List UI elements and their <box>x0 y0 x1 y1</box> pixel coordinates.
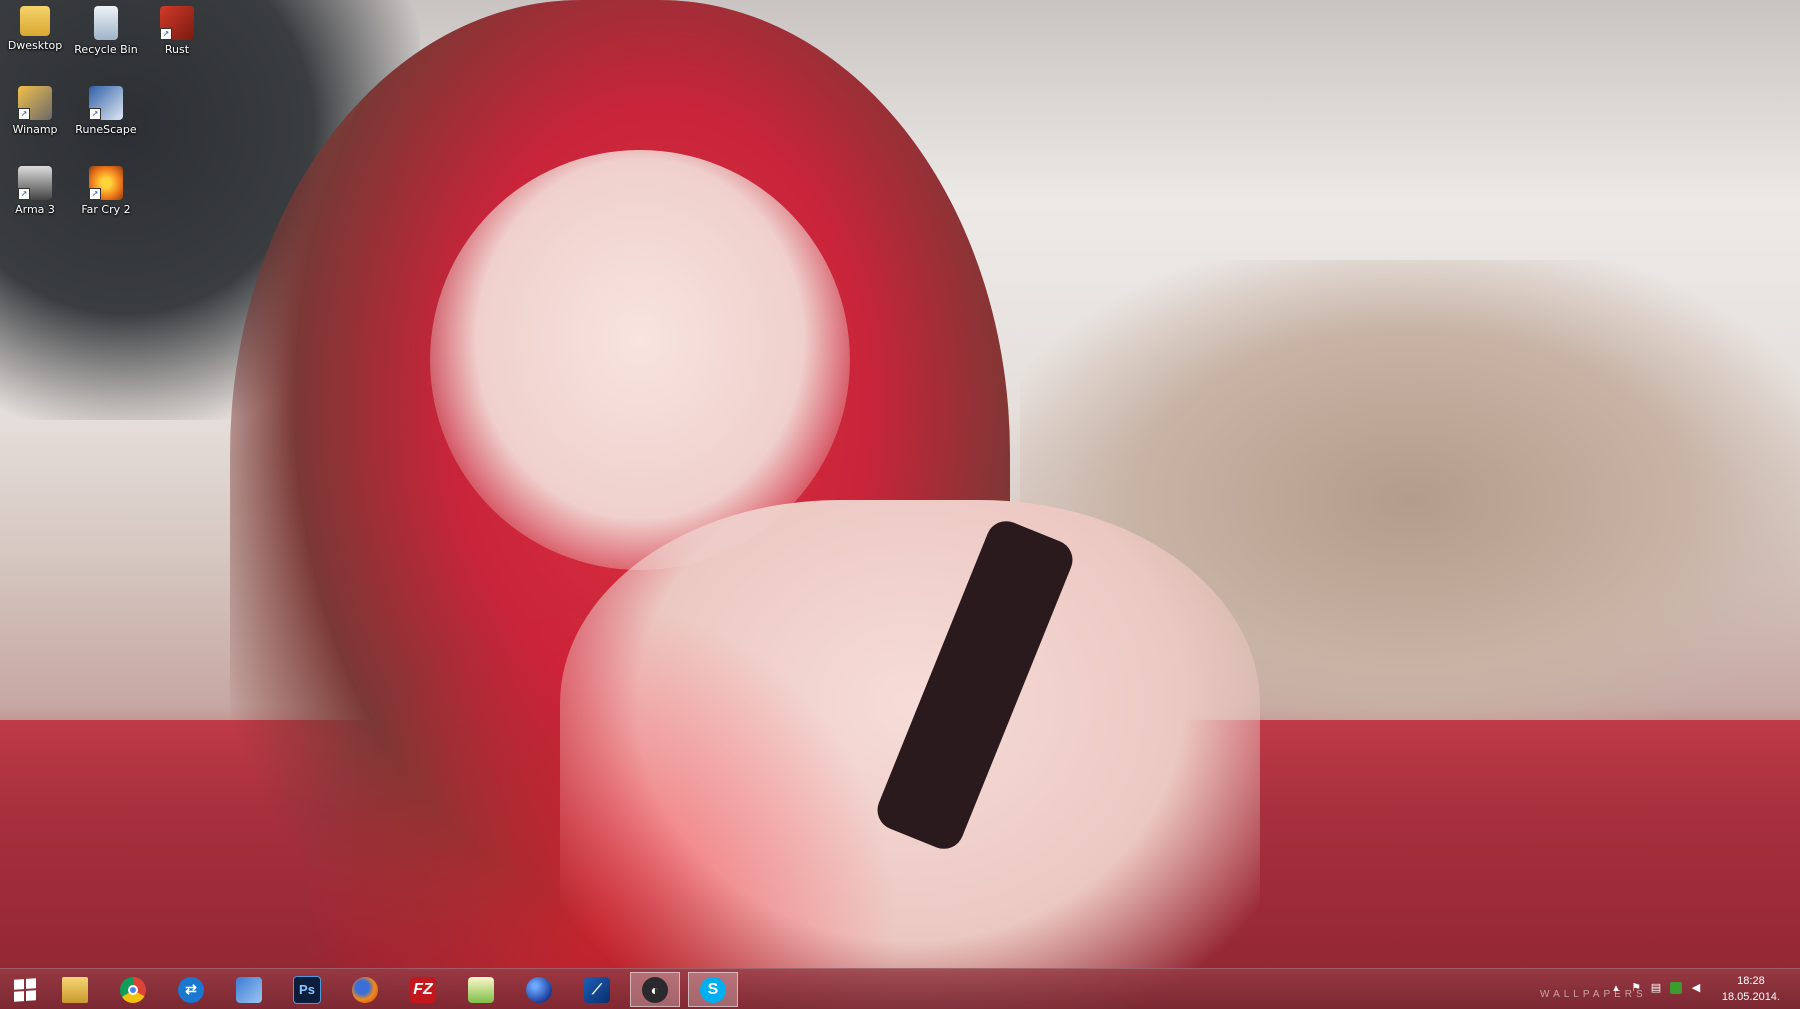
desktop-icon-label: Arma 3 <box>15 203 55 216</box>
desktop[interactable]: Dwesktop Recycle Bin ↗ Rust ↗ Winamp ↗ R… <box>0 0 1800 1009</box>
desktop-icon-rust[interactable]: ↗ Rust <box>144 6 210 56</box>
clock-time: 18:28 <box>1737 975 1765 987</box>
desktop-icon-arma-3[interactable]: ↗ Arma 3 <box>2 166 68 216</box>
taskbar-filezilla[interactable]: FZ <box>398 972 448 1007</box>
taskbar-notepad-plus-plus[interactable] <box>456 972 506 1007</box>
taskbar: ⇄ Ps FZ ⟋ ◐ S WALLPAPERS ▴ ⚑ ▤ ◀ 18:28 1… <box>0 968 1800 1009</box>
teamviewer-icon: ⇄ <box>178 976 204 1003</box>
taskbar-photoshop[interactable]: Ps <box>282 972 332 1007</box>
taskbar-teamviewer[interactable]: ⇄ <box>166 972 216 1007</box>
chrome-icon <box>120 976 146 1003</box>
taskbar-network[interactable] <box>224 972 274 1007</box>
globe-icon <box>526 976 552 1003</box>
taskbar-skype[interactable]: S <box>688 972 738 1007</box>
folder-icon <box>20 6 50 36</box>
taskbar-tool[interactable]: ⟋ <box>572 972 622 1007</box>
recycle-bin-icon <box>94 6 118 40</box>
system-tray: WALLPAPERS ▴ ⚑ ▤ ◀ 18:28 18.05.2014. <box>1500 969 1800 1009</box>
taskbar-chrome[interactable] <box>108 972 158 1007</box>
network-status-icon[interactable]: ▤ <box>1650 982 1662 994</box>
skype-icon: S <box>700 976 726 1003</box>
desktop-icon-label: Recycle Bin <box>74 43 138 56</box>
desktop-icon-dwesktop[interactable]: Dwesktop <box>2 6 68 52</box>
taskbar-globe[interactable] <box>514 972 564 1007</box>
taskbar-steam[interactable]: ◐ <box>630 972 680 1007</box>
shortcut-arrow-icon: ↗ <box>160 28 172 40</box>
taskbar-firefox[interactable] <box>340 972 390 1007</box>
shortcut-arrow-icon: ↗ <box>18 108 30 120</box>
desktop-icon-far-cry-2[interactable]: ↗ Far Cry 2 <box>73 166 139 216</box>
clock-date: 18.05.2014. <box>1721 991 1780 1003</box>
chevron-up-icon[interactable]: ▴ <box>1610 982 1622 994</box>
shortcut-arrow-icon: ↗ <box>18 188 30 200</box>
far-cry-2-icon: ↗ <box>89 166 123 200</box>
notepad-plus-plus-icon <box>468 976 494 1003</box>
runescape-icon: ↗ <box>89 86 123 120</box>
start-button[interactable] <box>0 972 50 1007</box>
desktop-icon-label: Rust <box>164 43 190 56</box>
windows-start-icon <box>14 977 36 1002</box>
shortcut-arrow-icon: ↗ <box>89 108 101 120</box>
taskbar-file-explorer[interactable] <box>50 972 100 1007</box>
wallpaper-red-glow <box>300 600 900 1009</box>
rust-game-icon: ↗ <box>160 6 194 40</box>
desktop-icon-label: Dwesktop <box>7 39 63 52</box>
firefox-icon <box>352 976 378 1003</box>
desktop-icon-recycle-bin[interactable]: Recycle Bin <box>73 6 139 56</box>
arma-3-icon: ↗ <box>18 166 52 200</box>
nvidia-icon[interactable] <box>1670 982 1682 994</box>
desktop-icon-label: RuneScape <box>75 123 137 136</box>
flag-icon[interactable]: ⚑ <box>1630 982 1642 994</box>
photoshop-icon: Ps <box>293 975 321 1004</box>
volume-icon[interactable]: ◀ <box>1690 982 1702 994</box>
desktop-icon-label: Winamp <box>12 123 58 136</box>
clock[interactable]: 18:28 18.05.2014. <box>1722 973 1780 1005</box>
steam-icon: ◐ <box>642 976 668 1003</box>
filezilla-icon: FZ <box>410 976 436 1003</box>
desktop-icon-label: Far Cry 2 <box>81 203 131 216</box>
desktop-icon-winamp[interactable]: ↗ Winamp <box>2 86 68 136</box>
tool-icon: ⟋ <box>584 976 610 1003</box>
wallpaper-face <box>430 150 850 570</box>
file-explorer-icon <box>62 976 88 1003</box>
desktop-icon-runescape[interactable]: ↗ RuneScape <box>73 86 139 136</box>
winamp-icon: ↗ <box>18 86 52 120</box>
shortcut-arrow-icon: ↗ <box>89 188 101 200</box>
network-icon <box>236 976 262 1003</box>
